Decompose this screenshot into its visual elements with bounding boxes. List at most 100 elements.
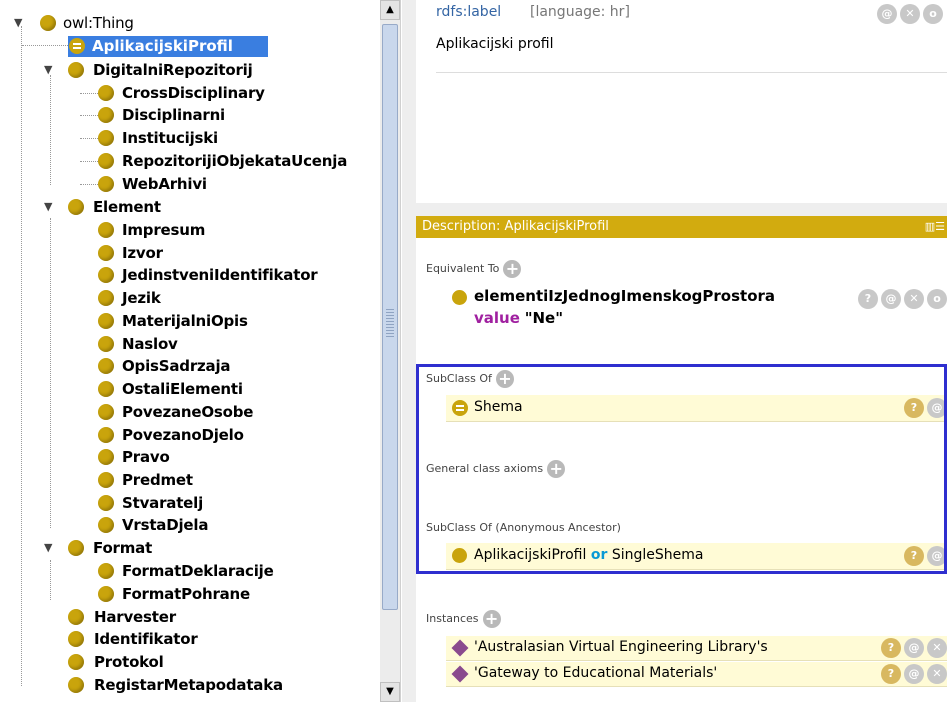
class-icon <box>68 609 84 625</box>
annotate-icon[interactable]: @ <box>904 664 924 684</box>
tree-node-label: Izvor <box>122 244 163 262</box>
class-icon <box>98 358 114 374</box>
tree-node-label: Identifikator <box>94 630 198 648</box>
tree-node-label: FormatPohrane <box>122 585 251 603</box>
delete-icon[interactable]: ✕ <box>927 638 947 658</box>
tree-node-label: Predmet <box>122 471 193 489</box>
annotate-icon[interactable]: @ <box>881 289 901 309</box>
tree-node-label: PovezanoDjelo <box>122 426 244 444</box>
scroll-down-button[interactable]: ▼ <box>380 682 400 702</box>
collapse-triangle-icon[interactable]: ▼ <box>44 537 56 559</box>
tree-node-aplikacijskiprofil[interactable]: AplikacijskiProfil <box>68 36 268 57</box>
add-axiom-icon[interactable]: + <box>547 460 566 478</box>
section-instances: Instances + <box>426 610 501 628</box>
equivalent-row[interactable]: elementiIzJednogImenskogProstora value "… <box>446 284 947 332</box>
annotate-icon[interactable]: @ <box>904 638 924 658</box>
class-icon <box>98 427 114 443</box>
class-icon <box>68 654 84 670</box>
section-label: SubClass Of (Anonymous Ancestor) <box>426 521 621 534</box>
annotation-value: Aplikacijski profil <box>436 36 554 52</box>
class-icon <box>68 540 84 556</box>
tree-node-label: Disciplinarni <box>122 106 225 124</box>
annotate-icon[interactable]: @ <box>927 398 947 418</box>
collapse-triangle-icon[interactable]: ▼ <box>14 12 26 34</box>
anon-keyword: or <box>590 547 608 563</box>
equiv-keyword: value <box>474 309 520 327</box>
class-icon <box>98 381 114 397</box>
annotate-icon[interactable]: @ <box>877 4 897 24</box>
row-actions: ? @ <box>904 546 947 566</box>
explain-icon[interactable]: ? <box>858 289 878 309</box>
delete-icon[interactable]: ✕ <box>927 664 947 684</box>
class-icon <box>98 153 114 169</box>
add-superclass-icon[interactable]: + <box>495 370 514 388</box>
annotations-view: rdfs:label [language: hr] @ ✕ o Aplikaci… <box>416 0 947 203</box>
class-icon <box>40 15 56 31</box>
tree-node-label: MaterijalniOpis <box>122 312 248 330</box>
view-menu-icon[interactable]: ▥☰ <box>925 216 945 238</box>
class-icon <box>98 290 114 306</box>
tree-node-label: AplikacijskiProfil <box>92 37 233 55</box>
class-icon <box>98 176 114 192</box>
individual-icon <box>451 665 469 683</box>
class-icon <box>98 517 114 533</box>
tree-node-label: Element <box>93 198 161 216</box>
delete-icon[interactable]: ✕ <box>900 4 920 24</box>
class-icon <box>98 130 114 146</box>
tree-node-label: DigitalniRepozitorij <box>93 61 253 79</box>
class-icon <box>98 563 114 579</box>
anonymous-ancestor-row[interactable]: AplikacijskiProfil or SingleShema ? @ <box>446 543 947 570</box>
instance-row[interactable]: 'Australasian Virtual Engineering Librar… <box>446 636 947 661</box>
explain-icon[interactable]: ? <box>904 546 924 566</box>
tree-node-label: OpisSadrzaja <box>122 357 231 375</box>
tree-node-label: Impresum <box>122 221 206 239</box>
subclass-row[interactable]: Shema ? @ <box>446 395 947 422</box>
tree-scrollbar[interactable]: ▲ ▼ <box>380 0 400 702</box>
individual-icon <box>451 639 469 657</box>
instance-label: 'Gateway to Educational Materials' <box>474 665 718 681</box>
grip-icon <box>386 307 394 337</box>
class-icon <box>452 548 467 563</box>
delete-icon[interactable]: ✕ <box>904 289 924 309</box>
annotation-language: [language: hr] <box>530 4 630 20</box>
add-equivalent-icon[interactable]: + <box>503 260 522 278</box>
scrollbar-thumb[interactable] <box>382 24 398 610</box>
class-icon <box>68 677 84 693</box>
scroll-up-button[interactable]: ▲ <box>380 0 400 20</box>
row-actions: ? @ <box>904 398 947 418</box>
description-view: Equivalent To + elementiIzJednogImenskogP… <box>416 238 947 702</box>
tree-node-label: FormatDeklaracije <box>122 562 274 580</box>
annotation-actions: @ ✕ o <box>877 4 943 24</box>
class-icon <box>98 85 114 101</box>
tree-node-label: Format <box>93 539 153 557</box>
class-icon <box>98 245 114 261</box>
collapse-triangle-icon[interactable]: ▼ <box>44 59 56 81</box>
right-panel: rdfs:label [language: hr] @ ✕ o Aplikaci… <box>402 0 947 702</box>
class-icon <box>98 495 114 511</box>
annotate-icon[interactable]: @ <box>927 546 947 566</box>
class-icon <box>68 62 84 78</box>
class-icon <box>98 586 114 602</box>
explain-icon[interactable]: ? <box>881 638 901 658</box>
class-icon <box>98 222 114 238</box>
defined-class-icon <box>69 38 85 54</box>
edit-icon[interactable]: o <box>923 4 943 24</box>
anon-right-class: SingleShema <box>611 547 704 563</box>
explain-icon[interactable]: ? <box>904 398 924 418</box>
tree-node-label: owl:Thing <box>63 14 134 32</box>
tree-node-label: Protokol <box>94 653 164 671</box>
class-icon <box>98 107 114 123</box>
add-instance-icon[interactable]: + <box>482 610 501 628</box>
tree-node-label: Harvester <box>94 608 176 626</box>
explain-icon[interactable]: ? <box>881 664 901 684</box>
row-actions: ? @ ✕ o <box>858 289 947 309</box>
class-icon <box>98 313 114 329</box>
tree-node-label: CrossDisciplinary <box>122 84 265 102</box>
class-icon <box>68 199 84 215</box>
edit-icon[interactable]: o <box>927 289 947 309</box>
row-actions: ? @ ✕ <box>881 638 947 658</box>
collapse-triangle-icon[interactable]: ▼ <box>44 196 56 218</box>
tree-node-label: Jezik <box>122 289 161 307</box>
annotation-property[interactable]: rdfs:label <box>436 4 501 20</box>
instance-row[interactable]: 'Gateway to Educational Materials' ? @ ✕ <box>446 662 947 687</box>
